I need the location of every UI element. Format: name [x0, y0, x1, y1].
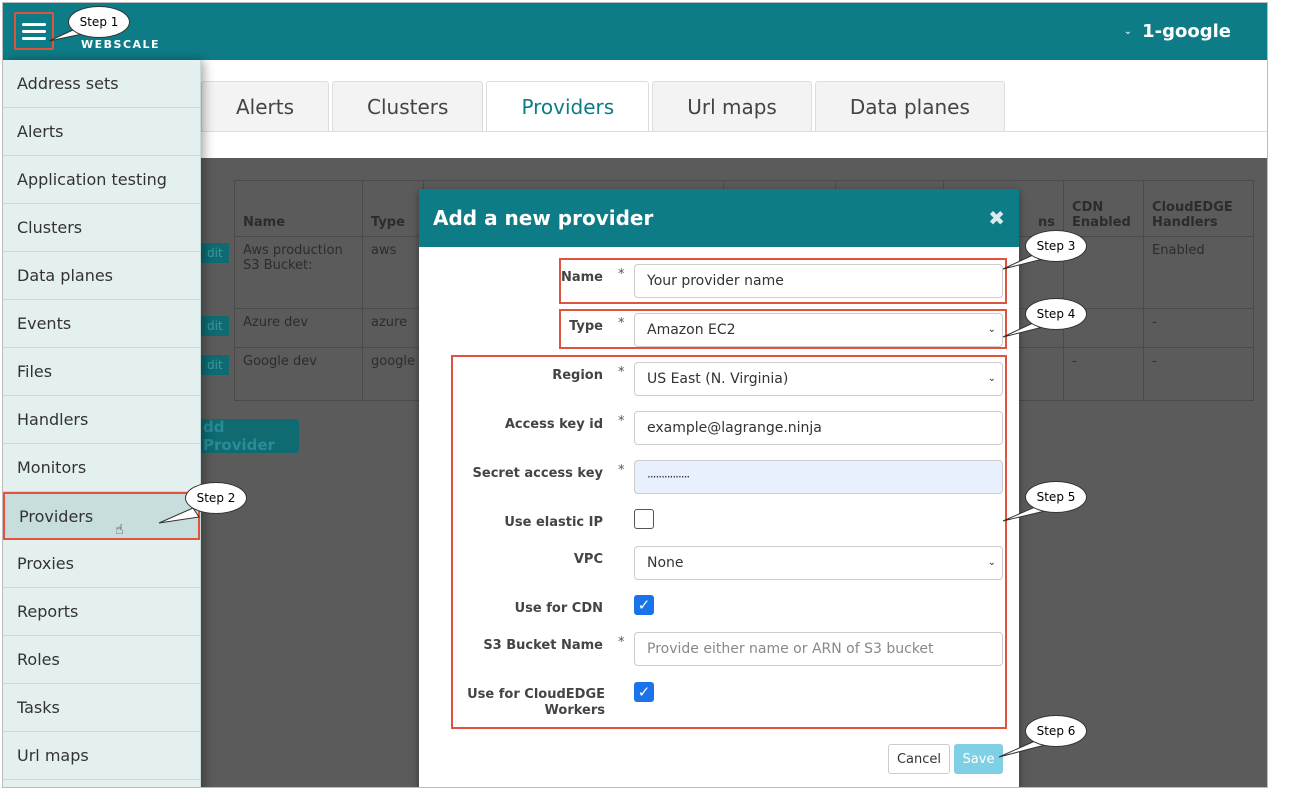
edit-button[interactable]: dit	[201, 243, 229, 263]
cell-cdn: -	[1063, 347, 1145, 401]
tab-providers[interactable]: Providers	[486, 81, 650, 132]
save-button[interactable]: Save	[954, 744, 1003, 774]
logo: WEBSCALE	[81, 38, 161, 51]
sidebar-item-proxies[interactable]: Proxies	[3, 540, 200, 588]
app-window: WEBSCALE ⌄ 1-google Alerts Clusters Prov…	[2, 2, 1268, 788]
edit-button[interactable]: dit	[201, 355, 229, 375]
cell-name: Google dev	[234, 347, 363, 401]
cancel-button[interactable]: Cancel	[888, 744, 950, 774]
cell-name: Aws production S3 Bucket:	[234, 236, 363, 309]
cell-name: Azure dev	[234, 308, 363, 348]
step6-callout: Step 6	[1025, 715, 1087, 747]
chevron-down-icon: ⌄	[1123, 26, 1133, 37]
tab-bar: Alerts Clusters Providers Url maps Data …	[201, 81, 1008, 132]
sidebar-item-data-planes[interactable]: Data planes	[3, 252, 200, 300]
sidebar-item-files[interactable]: Files	[3, 348, 200, 396]
cell-cloudedge: -	[1143, 308, 1254, 348]
tab-url-maps[interactable]: Url maps	[652, 81, 812, 132]
hamburger-icon	[22, 19, 46, 44]
table-header-type: Type	[361, 180, 425, 237]
add-provider-button[interactable]: dd Provider	[201, 418, 299, 454]
edit-button[interactable]: dit	[201, 316, 229, 336]
tab-data-planes[interactable]: Data planes	[814, 81, 1005, 132]
step4-highlight	[559, 309, 1007, 349]
step5-callout: Step 5	[1025, 481, 1087, 513]
sidebar-item-reports[interactable]: Reports	[3, 588, 200, 636]
sidebar-item-tasks[interactable]: Tasks	[3, 684, 200, 732]
sidebar-item-alerts[interactable]: Alerts	[3, 108, 200, 156]
step2-callout: Step 2	[185, 482, 247, 514]
step3-highlight	[559, 258, 1007, 304]
sidebar-item-events[interactable]: Events	[3, 300, 200, 348]
sidebar-item-clusters[interactable]: Clusters	[3, 204, 200, 252]
close-icon[interactable]: ✖	[988, 206, 1005, 230]
account-selector[interactable]: ⌄ 1-google	[1124, 21, 1231, 42]
step5-highlight	[451, 355, 1007, 729]
sidebar-item-monitors[interactable]: Monitors	[3, 444, 200, 492]
tab-clusters[interactable]: Clusters	[332, 81, 484, 132]
sidebar-item-address-sets[interactable]: Address sets	[3, 60, 200, 108]
table-header-cloudedge: CloudEDGE Handlers	[1143, 180, 1254, 237]
step4-callout: Step 4	[1025, 298, 1087, 330]
cell-cloudedge: -	[1143, 347, 1254, 401]
tabs-divider	[201, 131, 1267, 132]
sidebar-item-application-testing[interactable]: Application testing	[3, 156, 200, 204]
top-bar: WEBSCALE ⌄ 1-google	[3, 3, 1267, 60]
account-name: 1-google	[1142, 21, 1231, 42]
sidebar-item-url-maps[interactable]: Url maps	[3, 732, 200, 780]
menu-button[interactable]	[14, 12, 54, 50]
cell-cloudedge: Enabled	[1143, 236, 1254, 309]
table-header-cdn: CDN Enabled	[1063, 180, 1145, 237]
sidebar-item-roles[interactable]: Roles	[3, 636, 200, 684]
tab-alerts[interactable]: Alerts	[201, 81, 330, 132]
table-header-name: Name	[234, 180, 363, 237]
cell-type: aws	[361, 236, 425, 309]
step1-callout: Step 1	[68, 6, 130, 38]
cell-type: google	[361, 347, 425, 401]
add-provider-dialog: Add a new provider ✖ Name * Your provide…	[419, 189, 1019, 787]
sidebar-menu: Address sets Alerts Application testing …	[3, 60, 201, 787]
sidebar-item-providers[interactable]: Providers	[3, 492, 200, 540]
cell-type: azure	[361, 308, 425, 348]
step3-callout: Step 3	[1025, 230, 1087, 262]
dialog-title: Add a new provider	[433, 206, 654, 230]
sidebar-item-handlers[interactable]: Handlers	[3, 396, 200, 444]
hand-cursor-icon: ☝	[115, 522, 124, 538]
dialog-header: Add a new provider ✖	[419, 189, 1019, 247]
